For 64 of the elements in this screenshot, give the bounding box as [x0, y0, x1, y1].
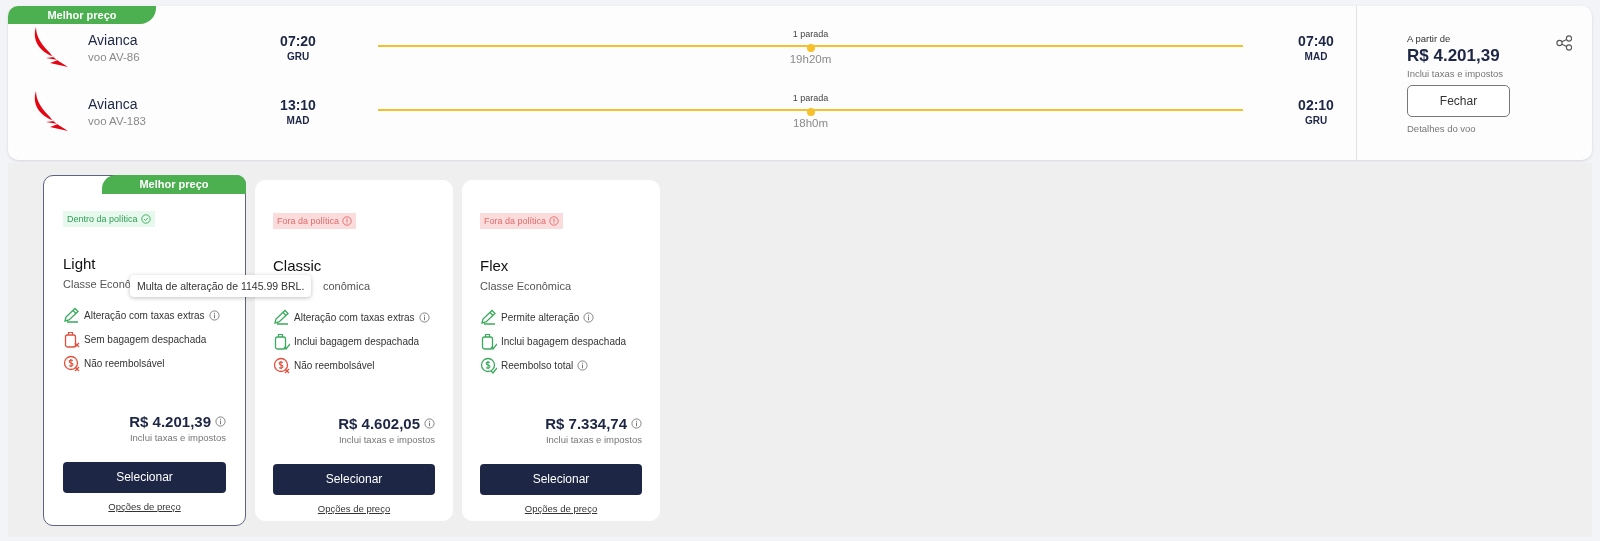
close-button[interactable]: Fechar	[1407, 85, 1510, 117]
fare-name: Light	[63, 254, 97, 272]
info-icon	[549, 215, 560, 226]
price-options-link[interactable]: Opções de preço	[524, 502, 598, 514]
fare-card[interactable]: Fora da política Flex Classe Econômica Permite alteração Inclui bagagem despachada Reembolso total R$ 7.334,74 Inclui taxas e impostos Selecionar Opções de preço	[462, 179, 660, 521]
taxes-note: Inclui taxas e impostos	[337, 433, 435, 445]
airline-name: Avianca	[88, 31, 139, 48]
feature-text: Inclui bagagem despachada	[294, 336, 420, 347]
duration: 19h20m	[789, 53, 832, 65]
time: 07:40	[1297, 32, 1335, 49]
stops-label: 1 parada	[792, 93, 829, 103]
flight-number: voo AV-86	[88, 50, 141, 63]
cabin-class: Classe Econômica	[480, 279, 572, 292]
select-button[interactable]: Selecionar	[273, 463, 435, 495]
select-button[interactable]: Selecionar	[63, 461, 226, 493]
fare-name: Classic	[273, 256, 323, 274]
time: 02:10	[1297, 96, 1335, 113]
time: 13:10	[279, 96, 317, 113]
stop-dot	[806, 108, 815, 116]
info-icon	[631, 417, 642, 429]
info-icon	[342, 215, 353, 226]
airport-code: GRU	[1303, 114, 1329, 126]
feature-text: Permite alteração	[501, 312, 580, 323]
feature-text: Reembolso total	[501, 360, 574, 371]
details-label: Detalhes do voo	[1407, 123, 1476, 134]
price: R$ 7.334,74	[545, 414, 627, 432]
fare-name: Flex	[480, 256, 510, 274]
feature-text: Alteração com taxas extras	[294, 312, 415, 323]
cabin-class: conômica	[323, 279, 371, 292]
feature-text: Não reembolsável	[84, 358, 165, 369]
feature-text: Sem bagagem despachada	[84, 334, 207, 345]
best-price-badge: Melhor preço	[102, 174, 246, 194]
price: R$ 4.201,39	[129, 412, 211, 430]
share-icon	[1556, 35, 1572, 51]
stop-dot	[806, 44, 815, 52]
taxes-note: Inclui taxas e impostos	[544, 433, 642, 445]
best-price-badge: Melhor preço	[8, 6, 156, 24]
info-icon	[424, 417, 435, 429]
select-button[interactable]: Selecionar	[480, 463, 642, 495]
airport-code: MAD	[285, 114, 311, 126]
airline-name: Avianca	[88, 95, 139, 112]
price: R$ 4.201,39	[1407, 46, 1500, 66]
price-options-link[interactable]: Opções de preço	[108, 500, 181, 512]
taxes-note: Inclui taxas e impostos	[1407, 68, 1504, 79]
cabin-class: Classe Econô	[63, 277, 131, 290]
duration: 18h0m	[792, 117, 829, 129]
info-icon	[215, 415, 226, 427]
policy-text: Dentro da política	[67, 213, 138, 224]
price-options-link[interactable]: Opções de preço	[317, 502, 391, 514]
policy-text: Fora da política	[277, 215, 340, 226]
policy-text: Fora da política	[484, 215, 547, 226]
price: R$ 4.602,05	[338, 414, 420, 432]
check-icon	[140, 213, 151, 224]
airport-code: GRU	[285, 50, 311, 62]
feature-text: Alteração com taxas extras	[84, 310, 205, 321]
from-label: A partir de	[1407, 33, 1451, 44]
time: 07:20	[279, 32, 317, 49]
airport-code: MAD	[1303, 50, 1329, 62]
flight-number: voo AV-183	[88, 114, 147, 127]
feature-text: Inclui bagagem despachada	[501, 336, 627, 347]
taxes-note: Inclui taxas e impostos	[128, 431, 226, 443]
stops-label: 1 parada	[792, 29, 829, 39]
tooltip: Multa de alteração de 1145.99 BRL.	[130, 275, 312, 297]
feature-text: Não reembolsável	[294, 360, 375, 371]
